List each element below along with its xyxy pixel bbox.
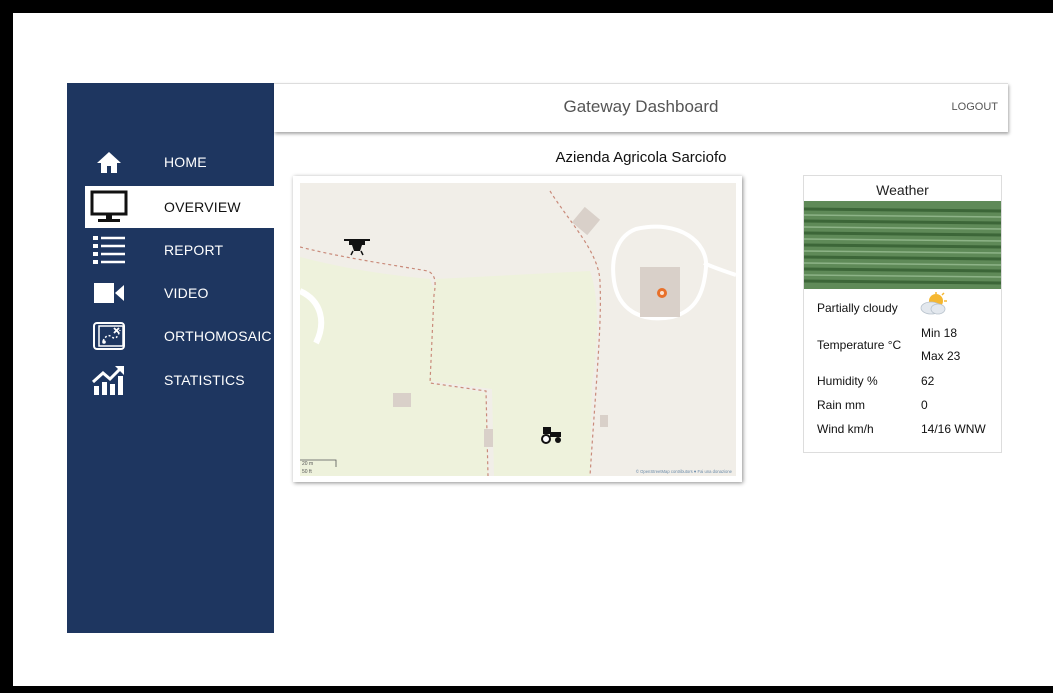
- humidity-label: Humidity %: [817, 374, 878, 388]
- rain-value: 0: [921, 398, 928, 412]
- map-canvas[interactable]: 20 m 50 ft © OpenStreetMap contributors …: [300, 183, 736, 476]
- rain-label: Rain mm: [817, 398, 866, 412]
- sidebar-item-label: ORTHOMOSAIC: [164, 328, 272, 344]
- sidebar-item-label: STATISTICS: [164, 372, 245, 388]
- svg-text:20 m: 20 m: [302, 461, 313, 467]
- weather-title: Weather: [876, 182, 929, 198]
- sidebar-item-overview[interactable]: OVERVIEW: [85, 186, 274, 228]
- sidebar: HOME OVERVIEW REPORT VIDEO ORTHOMOSAIC S…: [67, 83, 274, 633]
- sidebar-item-home[interactable]: HOME: [67, 141, 274, 183]
- wind-value: 14/16 WNW: [921, 422, 986, 436]
- growth-chart-icon: [87, 364, 131, 396]
- sidebar-item-video[interactable]: VIDEO: [67, 272, 274, 314]
- logout-button[interactable]: LOGOUT: [952, 101, 998, 113]
- sidebar-item-report[interactable]: REPORT: [67, 229, 274, 271]
- humidity-value: 62: [921, 374, 935, 388]
- partly-cloudy-icon: [919, 292, 949, 321]
- screen: HOME OVERVIEW REPORT VIDEO ORTHOMOSAIC S…: [13, 13, 1053, 686]
- weather-condition: Partially cloudy: [817, 301, 898, 315]
- map-plan-icon: [87, 320, 131, 352]
- home-icon: [87, 146, 131, 178]
- farm-map[interactable]: 20 m 50 ft © OpenStreetMap contributors …: [293, 176, 742, 482]
- location-pin-icon[interactable]: [657, 288, 667, 298]
- farm-name: Azienda Agricola Sarciofo: [555, 149, 727, 166]
- sidebar-item-label: REPORT: [164, 242, 224, 258]
- page-title: Gateway Dashboard: [563, 97, 719, 116]
- temperature-min: Min 18: [921, 326, 958, 340]
- sidebar-item-label: VIDEO: [164, 285, 209, 301]
- crop-field-image: [804, 201, 1001, 289]
- map-attribution[interactable]: © OpenStreetMap contributors ♥ Fai una d…: [636, 469, 733, 474]
- header-bar: Gateway Dashboard LOGOUT: [274, 83, 1008, 132]
- list-icon: [87, 234, 131, 266]
- temperature-label: Temperature °C: [817, 338, 902, 352]
- sidebar-item-statistics[interactable]: STATISTICS: [67, 359, 274, 401]
- sidebar-item-label: HOME: [164, 154, 207, 170]
- temperature-max: Max 23: [921, 349, 961, 363]
- sidebar-item-orthomosaic[interactable]: ORTHOMOSAIC: [67, 315, 274, 357]
- weather-panel: Weather Partially cloudy Temperature °C …: [803, 175, 1002, 453]
- video-camera-icon: [87, 277, 131, 309]
- svg-text:50 ft: 50 ft: [302, 469, 312, 475]
- wind-label: Wind km/h: [817, 422, 874, 436]
- monitor-icon: [87, 190, 131, 223]
- sidebar-item-label: OVERVIEW: [164, 199, 241, 215]
